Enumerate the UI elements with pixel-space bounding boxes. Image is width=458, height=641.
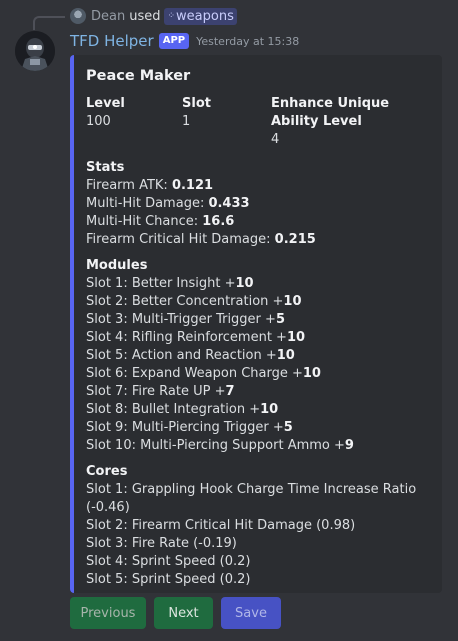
command-name: weapons xyxy=(176,8,234,24)
level-field: Level 100 xyxy=(86,95,125,131)
reply-connector xyxy=(33,16,65,30)
module-line-value: 10 xyxy=(302,366,321,381)
module-line-value: 7 xyxy=(225,384,235,399)
stat-line: Firearm Critical Hit Damage: 0.215 xyxy=(86,231,432,249)
module-line-value: 9 xyxy=(344,438,354,453)
stat-line-label: Multi-Hit Damage: xyxy=(86,196,209,211)
level-field-value: 100 xyxy=(86,114,111,129)
module-line-label: Slot 8: Bullet Integration + xyxy=(86,402,261,417)
modules-list: Slot 1: Better Insight +10 Slot 2: Better… xyxy=(86,275,432,455)
module-line-label: Slot 7: Fire Rate UP + xyxy=(86,384,226,399)
stat-line-value: 0.215 xyxy=(274,232,316,247)
app-tag: APP xyxy=(158,33,190,49)
module-line-label: Slot 1: Better Insight + xyxy=(86,276,236,291)
module-line: Slot 3: Multi-Trigger Trigger +5 xyxy=(86,311,432,329)
stat-line: Firearm ATK: 0.121 xyxy=(86,177,432,195)
enhance-field-value: 4 xyxy=(271,132,280,147)
reply-context[interactable]: Dean used ⁘ weapons xyxy=(70,7,237,25)
weapon-embed: Peace Maker Level 100 Slot 1 Enhance Uni… xyxy=(70,55,442,593)
core-line: Slot 3: Fire Rate (-0.19) xyxy=(86,536,237,551)
stat-line-value: 0.433 xyxy=(208,196,250,211)
module-line-value: 5 xyxy=(275,312,285,327)
level-field-name: Level xyxy=(86,96,125,111)
cores-heading: Cores xyxy=(86,464,128,479)
module-line: Slot 2: Better Concentration +10 xyxy=(86,293,432,311)
module-line-label: Slot 2: Better Concentration + xyxy=(86,294,284,309)
stats-list: Firearm ATK: 0.121 Multi-Hit Damage: 0.43… xyxy=(86,177,432,249)
stat-line: Multi-Hit Damage: 0.433 xyxy=(86,195,432,213)
command-mention[interactable]: ⁘ weapons xyxy=(164,7,237,25)
module-line-value: 10 xyxy=(260,402,279,417)
embed-title: Peace Maker xyxy=(86,68,191,84)
module-line-label: Slot 6: Expand Weapon Charge + xyxy=(86,366,303,381)
message-timestamp[interactable]: Yesterday at 15:38 xyxy=(196,35,299,48)
bot-name[interactable]: TFD Helper xyxy=(70,32,154,50)
module-line: Slot 5: Action and Reaction +10 xyxy=(86,347,432,365)
enhance-field: Enhance Unique Ability Level 4 xyxy=(271,95,389,149)
core-line: Slot 1: Grappling Hook Charge Time Incre… xyxy=(86,482,417,515)
enhance-field-name-line2: Ability Level xyxy=(271,114,362,129)
next-button[interactable]: Next xyxy=(154,597,213,629)
module-line: Slot 4: Rifling Reinforcement +10 xyxy=(86,329,432,347)
core-line: Slot 4: Sprint Speed (0.2) xyxy=(86,554,251,569)
bot-avatar-image xyxy=(15,31,55,71)
module-line-label: Slot 4: Rifling Reinforcement + xyxy=(86,330,287,345)
module-line: Slot 8: Bullet Integration +10 xyxy=(86,401,432,419)
bot-avatar[interactable] xyxy=(15,31,55,71)
module-line-label: Slot 9: Multi-Piercing Trigger + xyxy=(86,420,284,435)
slot-field-value: 1 xyxy=(182,114,191,129)
cores-list: Slot 1: Grappling Hook Charge Time Incre… xyxy=(86,481,432,589)
stats-heading: Stats xyxy=(86,160,125,175)
module-line-value: 10 xyxy=(286,330,306,345)
stat-line-label: Multi-Hit Chance: xyxy=(86,214,203,229)
slot-field-name: Slot xyxy=(182,96,211,111)
module-line: Slot 6: Expand Weapon Charge +10 xyxy=(86,365,432,383)
stat-line-value: 16.6 xyxy=(202,214,235,229)
action-row: Previous Next Save xyxy=(70,597,281,629)
stat-line-label: Firearm Critical Hit Damage: xyxy=(86,232,275,247)
embed-fields: Level 100 Slot 1 Enhance Unique Ability … xyxy=(86,95,432,155)
module-line-value: 10 xyxy=(276,348,295,363)
module-line: Slot 1: Better Insight +10 xyxy=(86,275,432,293)
slash-command-icon: ⁘ xyxy=(167,11,175,21)
module-line-label: Slot 3: Multi-Trigger Trigger + xyxy=(86,312,276,327)
module-line-label: Slot 10: Multi-Piercing Support Ammo + xyxy=(86,438,345,453)
stat-line-label: Firearm ATK: xyxy=(86,178,172,193)
module-line: Slot 10: Multi-Piercing Support Ammo +9 xyxy=(86,437,432,455)
module-line-value: 5 xyxy=(283,420,293,435)
core-line: Slot 2: Firearm Critical Hit Damage (0.9… xyxy=(86,518,356,533)
stat-line-value: 0.121 xyxy=(171,178,214,193)
modules-heading: Modules xyxy=(86,258,148,273)
core-line: Slot 5: Sprint Speed (0.2) xyxy=(86,572,251,587)
reply-user-name[interactable]: Dean xyxy=(91,9,125,24)
message-header: TFD Helper APP Yesterday at 15:38 xyxy=(70,31,299,51)
module-line-value: 10 xyxy=(283,294,302,309)
module-line-label: Slot 5: Action and Reaction + xyxy=(86,348,277,363)
module-line: Slot 7: Fire Rate UP +7 xyxy=(86,383,432,401)
save-button[interactable]: Save xyxy=(221,597,281,629)
reply-used-text: used xyxy=(129,8,161,24)
enhance-field-name-line1: Enhance Unique xyxy=(271,96,390,111)
module-line-value: 10 xyxy=(235,276,254,291)
slot-field: Slot 1 xyxy=(182,95,211,131)
reply-user-avatar[interactable] xyxy=(70,8,86,24)
previous-button[interactable]: Previous xyxy=(70,597,146,629)
module-line: Slot 9: Multi-Piercing Trigger +5 xyxy=(86,419,432,437)
stat-line: Multi-Hit Chance: 16.6 xyxy=(86,213,432,231)
